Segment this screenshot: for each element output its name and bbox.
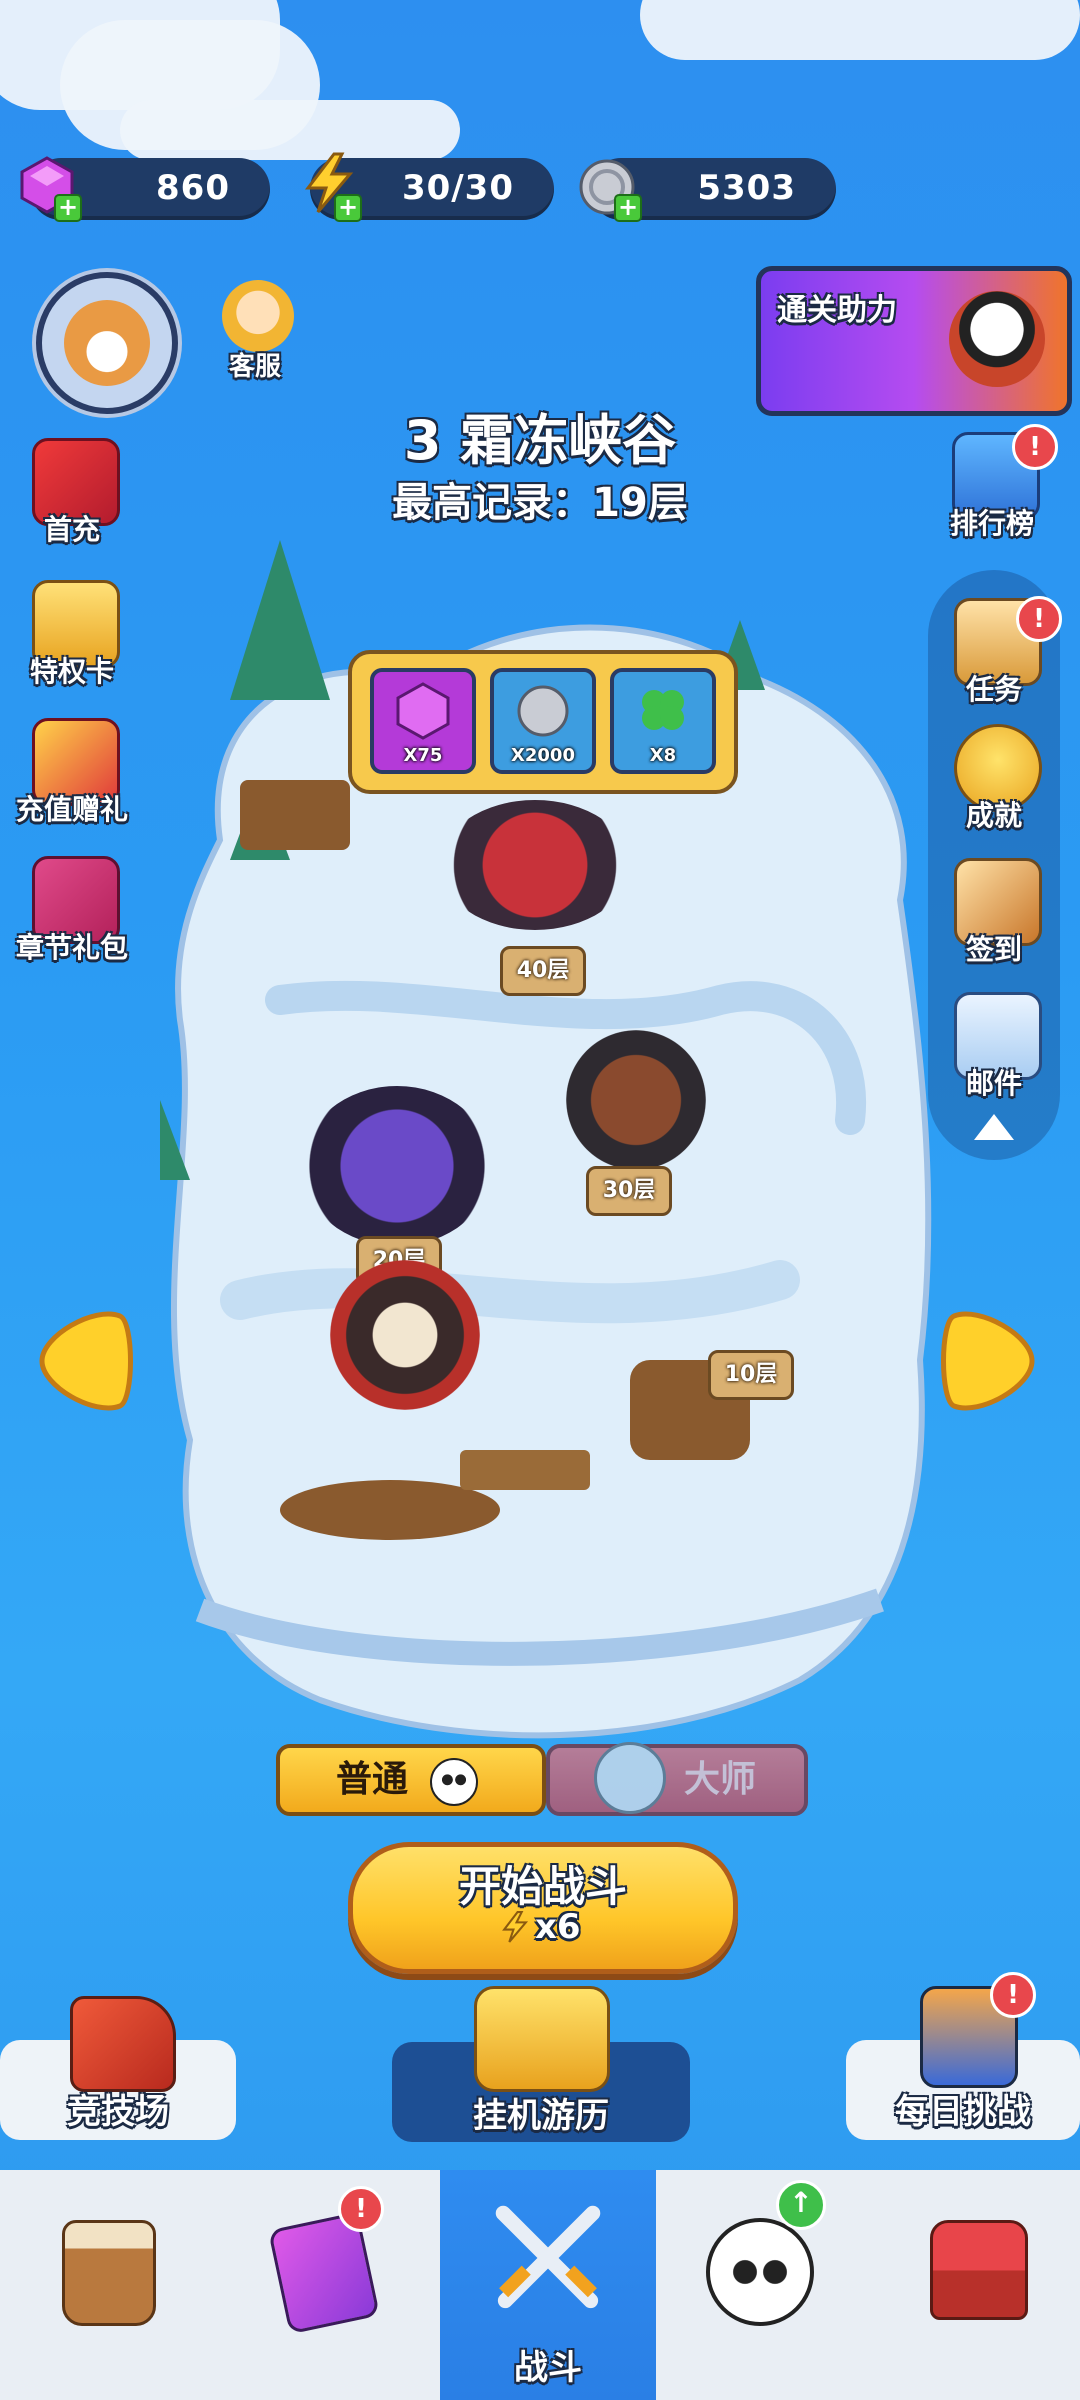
gems-value: 860 [156, 168, 230, 208]
mail-button[interactable]: 邮件 [934, 992, 1054, 1112]
coins-value: 5303 [697, 168, 796, 208]
daily-challenge-alert-icon: ! [990, 1972, 1036, 2018]
first-recharge-label: 首充 [43, 513, 100, 546]
energy-value: 30/30 [401, 168, 514, 208]
flag-icon [70, 1996, 176, 2092]
dragon-boss[interactable] [440, 800, 630, 930]
coin-icon [517, 685, 569, 737]
reward-coin[interactable]: X2000 [490, 668, 596, 774]
promo-banner[interactable]: 通关助力 [756, 266, 1072, 416]
nav-tavern-button[interactable] [0, 2170, 216, 2400]
difficulty-normal-button[interactable]: 普通 [276, 1744, 546, 1816]
mug-icon [62, 2220, 156, 2326]
nav-battle-label: 战斗 [514, 2348, 582, 2388]
daily-challenge-label: 每日挑战 [895, 2092, 1031, 2132]
idle-travel-label: 挂机游历 [473, 2096, 609, 2136]
gems-add-button[interactable]: + [54, 194, 82, 222]
achievements-button[interactable]: 成就 [934, 724, 1054, 844]
panda-face-icon [430, 1758, 478, 1806]
reward-gem-qty: X75 [403, 745, 443, 766]
avatar[interactable] [36, 272, 178, 414]
next-chapter-button[interactable] [940, 1306, 1040, 1416]
idle-travel-button[interactable]: 挂机游历 [392, 1986, 690, 2142]
difficulty-master-label: 大师 [684, 1759, 757, 1800]
reward-clover[interactable]: X8 [610, 668, 716, 774]
cloud-left-3 [120, 100, 460, 160]
mail-label: 邮件 [965, 1067, 1022, 1100]
customer-service-label: 客服 [228, 352, 281, 382]
lightning-icon [502, 1911, 529, 1943]
panda-hero [330, 1260, 480, 1410]
prev-chapter-button[interactable] [34, 1306, 134, 1416]
arena-button[interactable]: 竞技场 [0, 1996, 236, 2140]
promo-banner-label: 通关助力 [777, 293, 897, 328]
privilege-card-button[interactable]: 特权卡 [12, 580, 132, 700]
reward-coin-qty: X2000 [511, 745, 575, 766]
difficulty-master-button[interactable]: 大师 [546, 1742, 808, 1816]
panda-hero-icon [949, 291, 1045, 387]
cards-alert-icon: ! [338, 2186, 384, 2232]
crossed-swords-icon [495, 2205, 601, 2309]
upgrade-arrow-icon: ↑ [776, 2180, 826, 2230]
difficulty-normal-label: 普通 [336, 1759, 409, 1800]
floor-30-tag[interactable]: 30层 [586, 1166, 672, 1216]
support-character-icon [222, 280, 294, 352]
gem-icon [396, 682, 450, 740]
floor-40-tag[interactable]: 40层 [500, 946, 586, 996]
arena-label: 竞技场 [67, 2092, 169, 2132]
leaderboard-label: 排行榜 [949, 507, 1034, 540]
start-battle-label: 开始战斗 [458, 1862, 627, 1911]
start-battle-button[interactable]: 开始战斗 x6 [348, 1842, 738, 1974]
panda-helmet-icon [594, 1742, 666, 1814]
nav-cards-button[interactable] [216, 2170, 432, 2400]
chapter-pack-button[interactable]: 章节礼包 [12, 856, 132, 976]
leaderboard-alert-icon: ! [1012, 424, 1058, 470]
energy-add-button[interactable]: + [334, 194, 362, 222]
demon-enemy[interactable] [302, 1086, 492, 1246]
treasure-crown-icon [474, 1986, 610, 2092]
first-recharge-button[interactable]: 首充 [12, 438, 132, 558]
tasks-label: 任务 [965, 673, 1022, 706]
dog-avatar-icon [64, 300, 150, 386]
nav-heroes-button[interactable] [650, 2170, 866, 2400]
sign-in-button[interactable]: 签到 [934, 858, 1054, 978]
floor-10-tag[interactable]: 10层 [708, 1350, 794, 1400]
collapse-arrow-icon[interactable] [970, 1110, 1018, 1144]
shop-chest-icon [930, 2220, 1028, 2320]
panda-icon [706, 2218, 814, 2326]
customer-service-button[interactable]: 客服 [200, 272, 320, 392]
stage-title: 3 霜冻峡谷 [403, 409, 677, 472]
coins-add-button[interactable]: + [614, 194, 642, 222]
sign-in-label: 签到 [965, 933, 1022, 966]
recharge-gift-label: 充值赠礼 [15, 793, 128, 826]
daily-challenge-button[interactable]: 每日挑战 [846, 1986, 1080, 2140]
clover-icon [642, 690, 684, 730]
reward-clover-qty: X8 [649, 745, 677, 766]
recharge-gift-button[interactable]: 充值赠礼 [12, 718, 132, 838]
nav-battle-button[interactable]: 战斗 [440, 2170, 656, 2400]
nav-shop-button[interactable] [864, 2170, 1080, 2400]
chapter-pack-label: 章节礼包 [15, 931, 128, 964]
barbarian-enemy[interactable] [566, 1030, 706, 1170]
reward-gem[interactable]: X75 [370, 668, 476, 774]
privilege-card-label: 特权卡 [29, 655, 114, 688]
tasks-alert-icon: ! [1016, 596, 1062, 642]
achievements-label: 成就 [965, 799, 1022, 832]
start-battle-cost: x6 [535, 1907, 581, 1947]
cloud-right [640, 0, 1080, 60]
